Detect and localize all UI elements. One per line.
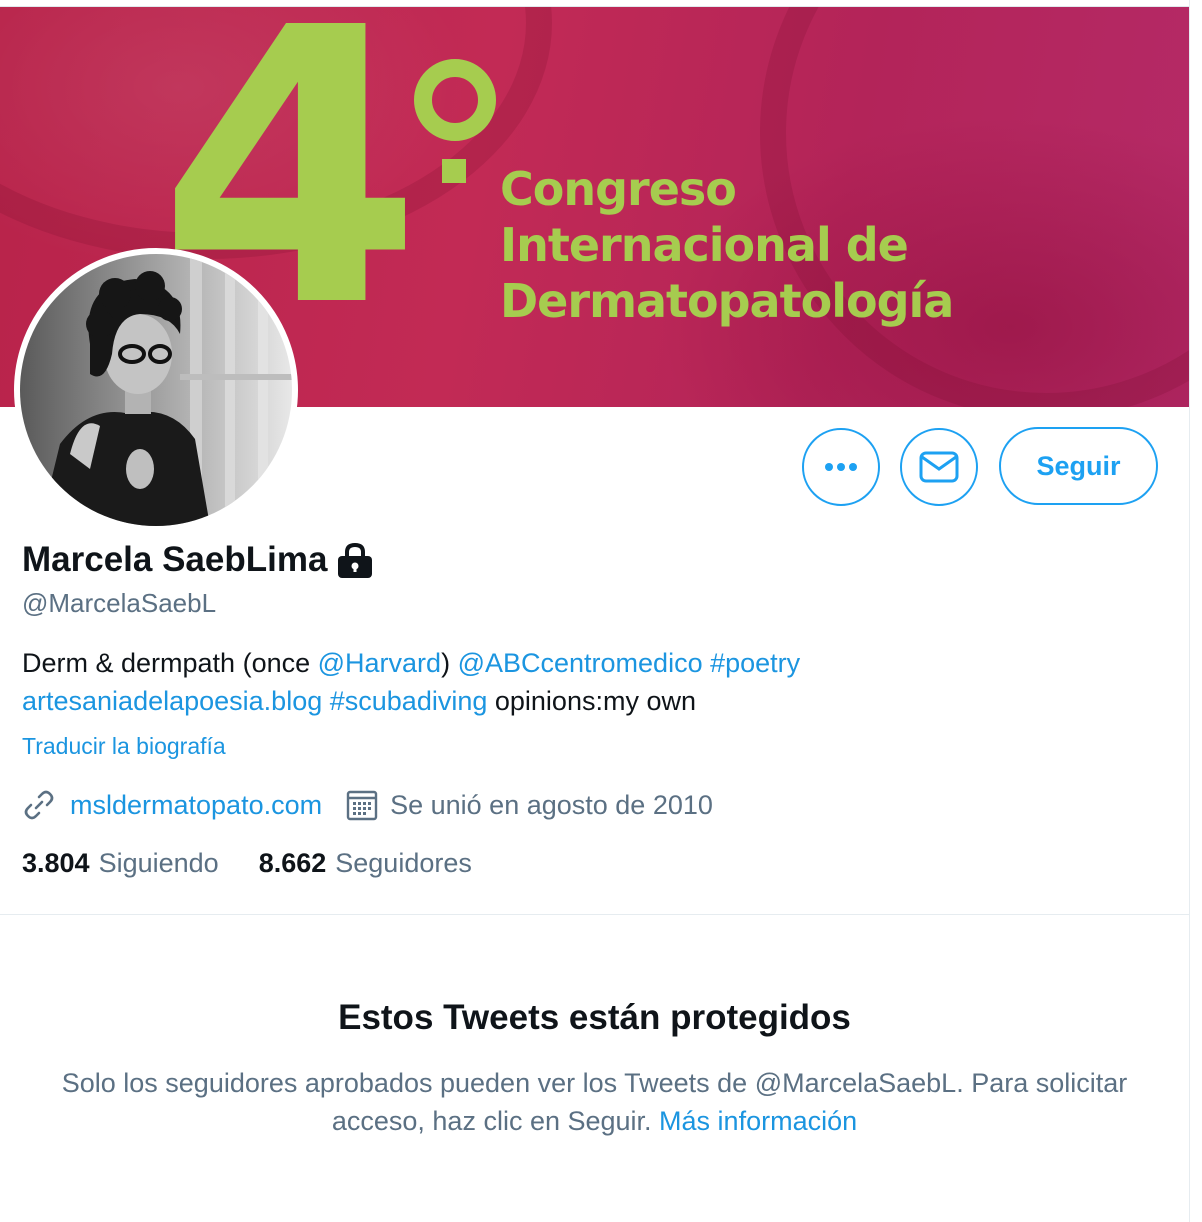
following-count: 3.804: [22, 848, 90, 878]
more-icon: [825, 463, 857, 471]
profile-name-row: Marcela SaebLima: [22, 540, 375, 580]
profile-meta: msldermatopato.com Se unió en agosto de …: [22, 788, 713, 822]
banner-title-line: Dermatopatología: [500, 274, 954, 328]
website-link[interactable]: msldermatopato.com: [70, 790, 322, 821]
follow-stats: 3.804 Siguiendo 8.662 Seguidores: [22, 848, 472, 879]
degree-symbol: [414, 59, 496, 141]
bio-text: [703, 648, 711, 678]
more-options-button[interactable]: [802, 428, 880, 506]
protected-text: Solo los seguidores aprobados pueden ver…: [61, 1068, 1128, 1136]
bio-line-2: artesaniadelapoesia.blog #scubadiving op…: [22, 682, 1162, 720]
calendar-icon: [346, 790, 378, 821]
profile-bio: Derm & dermpath (once @Harvard) @ABCcent…: [22, 644, 1162, 720]
section-divider: [0, 914, 1189, 915]
envelope-icon: [919, 451, 959, 483]
joined-date: Se unió en agosto de 2010: [390, 789, 713, 820]
follow-button[interactable]: Seguir: [999, 427, 1158, 505]
mention-link[interactable]: @Harvard: [318, 648, 441, 678]
banner-title-line: Congreso: [500, 162, 737, 216]
followers-label: Seguidores: [335, 848, 472, 878]
mention-link[interactable]: @ABCcentromedico: [458, 648, 703, 678]
link-icon: [24, 790, 54, 820]
hashtag-link[interactable]: #scubadiving: [330, 686, 488, 716]
banner-title: Congreso Internacional de Dermatopatolog…: [500, 161, 954, 329]
more-info-link[interactable]: Más información: [659, 1106, 857, 1136]
avatar[interactable]: [14, 248, 298, 532]
avatar-photo: [20, 254, 292, 526]
translate-bio-link[interactable]: Traducir la biografía: [22, 733, 226, 760]
bio-text: [322, 686, 330, 716]
followers-stat[interactable]: 8.662 Seguidores: [259, 848, 472, 879]
bio-text: ): [441, 648, 458, 678]
bio-line-1: Derm & dermpath (once @Harvard) @ABCcent…: [22, 644, 1162, 682]
profile-name: Marcela SaebLima: [22, 540, 328, 579]
bio-text: opinions:my own: [487, 686, 696, 716]
profile-handle: @MarcelaSaebL: [22, 588, 217, 618]
hashtag-link[interactable]: #poetry: [710, 648, 800, 678]
protected-title: Estos Tweets están protegidos: [338, 998, 851, 1037]
followers-count: 8.662: [258, 848, 327, 878]
following-label: Siguiendo: [98, 848, 219, 878]
url-link[interactable]: artesaniadelapoesia.blog: [22, 686, 322, 716]
message-button[interactable]: [900, 428, 978, 506]
following-stat[interactable]: 3.804 Siguiendo: [22, 848, 219, 879]
banner-title-line: Internacional de: [500, 218, 909, 272]
protected-message: Solo los seguidores aprobados pueden ver…: [40, 1064, 1149, 1140]
lock-icon: [338, 542, 373, 578]
bio-text: Derm & dermpath (once: [22, 648, 318, 678]
banner-dot: [442, 159, 466, 183]
